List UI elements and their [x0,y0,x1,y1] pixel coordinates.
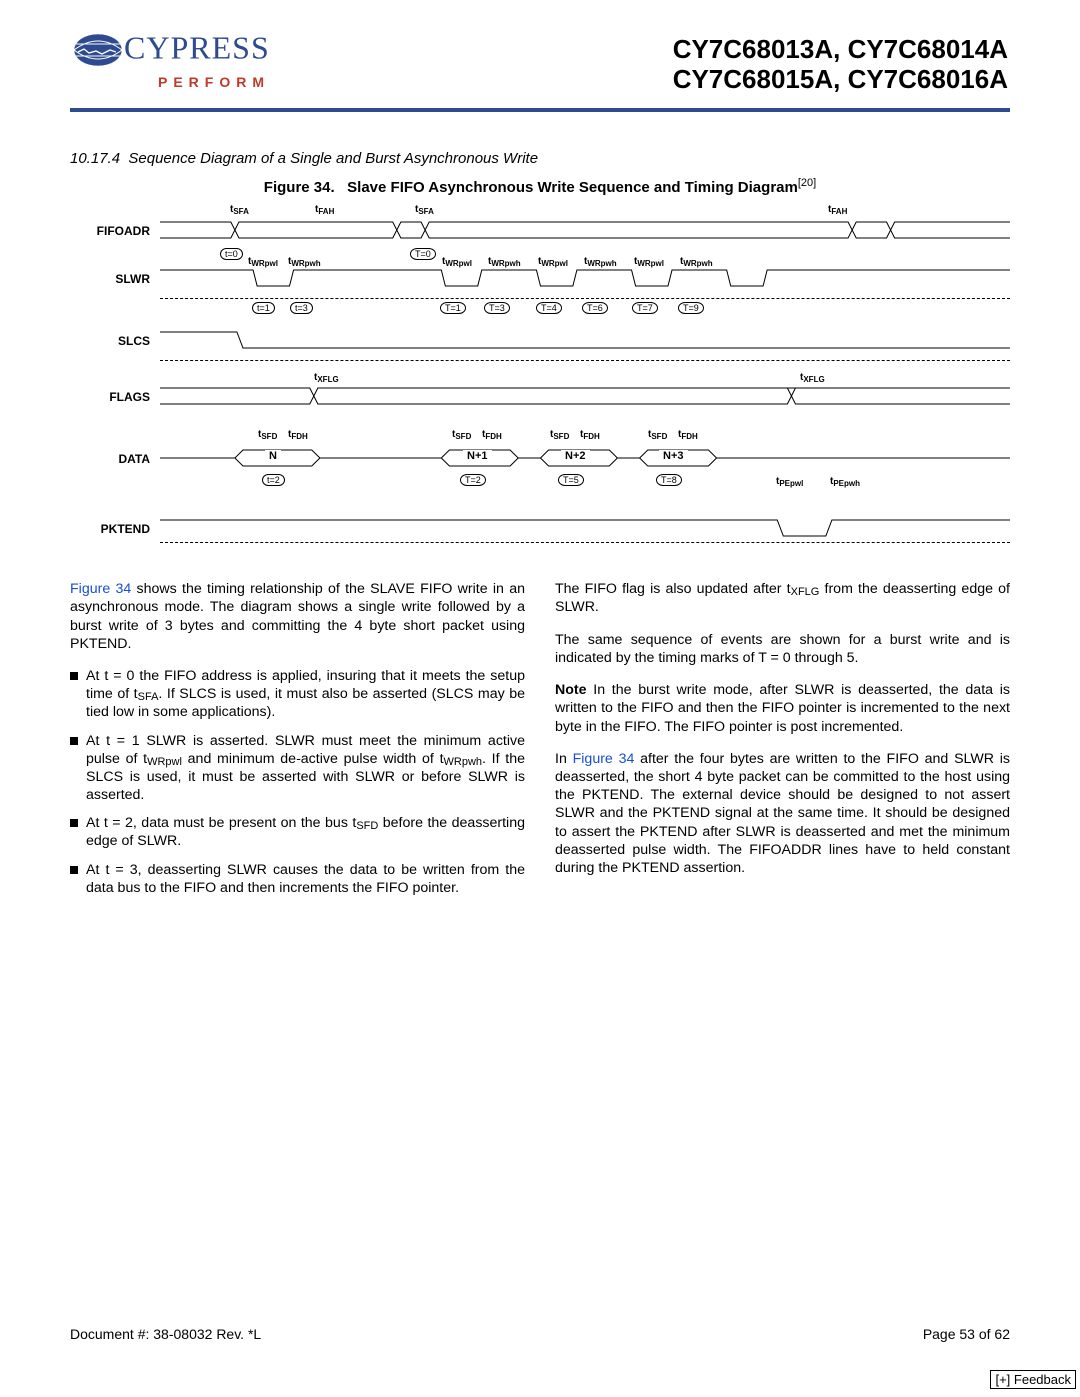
t-wrpwl-4: tWRpwl [634,256,664,267]
figure-label: Figure 34. [264,179,335,196]
bullet-3: At t = 2, data must be present on the bu… [70,814,525,850]
t-fdh-3: tFDH [580,429,600,440]
t-wrpwh-3: tWRpwh [584,256,617,267]
tmark-T9: T=9 [678,302,704,314]
t-fah-2: tFAH [828,204,847,215]
bullet-4: At t = 3, deasserting SLWR causes the da… [70,861,525,897]
tmark-T6: T=6 [582,302,608,314]
bullet-2: At t = 1 SLWR is asserted. SLWR must mee… [70,732,525,805]
t-xflg-2: tXFLG [800,372,825,383]
document-number: Document #: 38-08032 Rev. *L [70,1326,261,1342]
paragraph-2: The FIFO flag is also updated after tXFL… [555,580,1010,616]
part-numbers: CY7C68013A, CY7C68014A CY7C68015A, CY7C6… [673,35,1008,95]
page-footer: Document #: 38-08032 Rev. *L Page 53 of … [70,1326,1010,1342]
t-pepwh: tPEpwh [830,476,860,487]
t-sfd-4: tSFD [648,429,667,440]
t-wrpwh-2: tWRpwh [488,256,521,267]
data-N3: N+3 [659,450,688,462]
paragraph-5: In Figure 34 after the four bytes are wr… [555,750,1010,877]
tmark-T0: T=0 [410,248,436,260]
t-sfd-1: tSFD [258,429,277,440]
data-N1: N+1 [463,450,492,462]
page-number: Page 53 of 62 [923,1326,1010,1342]
t-fdh-1: tFDH [288,429,308,440]
timing-diagram: FIFOADR SLWR SLCS FLAGS DATA PKTEND tSFA… [70,204,1010,544]
figure-footnote: [20] [798,177,816,189]
signal-label-slcs: SLCS [70,334,150,348]
t-sfa-1: tSFA [230,204,249,215]
figure-title: Slave FIFO Asynchronous Write Sequence a… [347,179,798,196]
data-N: N [265,450,281,462]
tmark-t3: t=3 [290,302,313,314]
section-number: 10.17.4 [70,150,120,167]
tmark-t2: t=2 [262,474,285,486]
tmark-T1: T=1 [440,302,466,314]
tmark-T8: T=8 [656,474,682,486]
paragraph-3: The same sequence of events are shown fo… [555,631,1010,667]
t-fdh-2: tFDH [482,429,502,440]
figure-ref: Figure 34 [70,581,131,597]
t-fah-1: tFAH [315,204,334,215]
signal-label-fifoadr: FIFOADR [70,224,150,238]
brand-tagline: PERFORM [70,74,270,90]
t-sfa-2: tSFA [415,204,434,215]
cypress-logo: CYPRESS PERFORM [70,30,270,90]
section-heading: 10.17.4 Sequence Diagram of a Single and… [70,150,1010,167]
header-rule [70,108,1010,112]
data-N2: N+2 [561,450,590,462]
tmark-T4: T=4 [536,302,562,314]
signal-label-pktend: PKTEND [70,522,150,536]
tmark-t0a: t=0 [220,248,243,260]
figure-ref-2: Figure 34 [573,751,635,767]
tmark-T2: T=2 [460,474,486,486]
tmark-t1: t=1 [252,302,275,314]
t-wrpwh-1: tWRpwh [288,256,321,267]
signal-label-data: DATA [70,452,150,466]
tmark-T7: T=7 [632,302,658,314]
globe-icon [70,30,126,72]
signal-label-flags: FLAGS [70,390,150,404]
t-fdh-4: tFDH [678,429,698,440]
t-xflg-1: tXFLG [314,372,339,383]
tmark-T3: T=3 [484,302,510,314]
part-line-1: CY7C68013A, CY7C68014A [673,35,1008,65]
paragraph-1: Figure 34 shows the timing relationship … [70,580,525,653]
tmark-T5: T=5 [558,474,584,486]
part-line-2: CY7C68015A, CY7C68016A [673,65,1008,95]
figure-caption: Figure 34. Slave FIFO Asynchronous Write… [70,177,1010,196]
t-sfd-3: tSFD [550,429,569,440]
t-pepwl: tPEpwl [776,476,803,487]
body-text: Figure 34 shows the timing relationship … [70,566,1010,907]
signal-label-slwr: SLWR [70,272,150,286]
t-wrpwl-1: tWRpwl [248,256,278,267]
t-wrpwh-4: tWRpwh [680,256,713,267]
brand-word: CYPRESS [124,29,270,65]
bullet-1: At t = 0 the FIFO address is applied, in… [70,667,525,722]
t-wrpwl-2: tWRpwl [442,256,472,267]
feedback-button[interactable]: [+] Feedback [990,1370,1076,1389]
paragraph-4: Note In the burst write mode, after SLWR… [555,681,1010,736]
t-sfd-2: tSFD [452,429,471,440]
section-title: Sequence Diagram of a Single and Burst A… [128,150,538,167]
t-wrpwl-3: tWRpwl [538,256,568,267]
